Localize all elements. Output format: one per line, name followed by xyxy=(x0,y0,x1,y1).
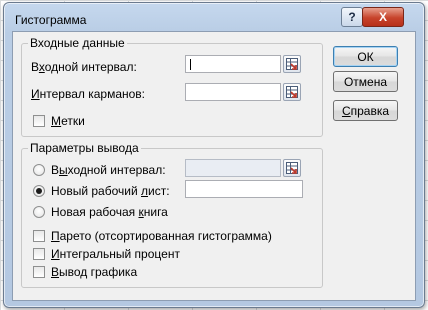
text-caret xyxy=(190,59,191,70)
histogram-dialog: Гистограмма ? X Входные данные Входной и… xyxy=(3,2,425,308)
labels-checkbox[interactable] xyxy=(33,115,45,127)
new-sheet-name-field[interactable] xyxy=(185,180,303,198)
bin-range-picker-button[interactable] xyxy=(283,83,301,101)
help-button[interactable]: Справка xyxy=(333,100,398,121)
output-range-field[interactable] xyxy=(185,159,281,177)
bin-range-label: Интервал карманов: xyxy=(31,87,146,101)
new-sheet-radio[interactable] xyxy=(33,185,45,197)
new-sheet-label: Новый рабочий лист: xyxy=(51,184,170,198)
question-icon: ? xyxy=(348,10,356,24)
title-help-button[interactable]: ? xyxy=(341,7,363,27)
ok-button[interactable]: ОК xyxy=(333,46,398,67)
output-range-label: Выходной интервал: xyxy=(51,163,166,177)
range-select-icon xyxy=(286,58,298,70)
input-range-label: Входной интервал: xyxy=(31,60,137,74)
cancel-button[interactable]: Отмена xyxy=(333,71,398,92)
close-icon: X xyxy=(378,10,387,24)
title-close-button[interactable]: X xyxy=(362,7,404,27)
bin-range-field[interactable] xyxy=(185,83,281,101)
dialog-body: Входные данные Входной интервал: Интерва… xyxy=(12,31,416,301)
input-range-picker-button[interactable] xyxy=(283,55,301,73)
new-workbook-label: Новая рабочая книга xyxy=(51,205,168,219)
input-range-field[interactable] xyxy=(185,55,281,73)
cumulative-percent-label: Интегральный процент xyxy=(51,247,180,261)
chart-output-checkbox[interactable] xyxy=(33,266,45,278)
range-select-icon xyxy=(286,162,298,174)
pareto-label: Парето (отсортированная гистограмма) xyxy=(51,229,272,243)
cumulative-percent-checkbox[interactable] xyxy=(33,248,45,260)
dialog-title: Гистограмма xyxy=(15,13,87,27)
chart-output-label: Вывод графика xyxy=(51,265,138,279)
input-data-legend: Входные данные xyxy=(28,36,127,50)
range-select-icon xyxy=(286,86,298,98)
labels-checkbox-label: Метки xyxy=(51,114,85,128)
output-options-legend: Параметры вывода xyxy=(28,141,141,155)
pareto-checkbox[interactable] xyxy=(33,230,45,242)
output-range-radio[interactable] xyxy=(33,164,45,176)
new-workbook-radio[interactable] xyxy=(33,206,45,218)
output-range-picker-button[interactable] xyxy=(283,159,301,177)
